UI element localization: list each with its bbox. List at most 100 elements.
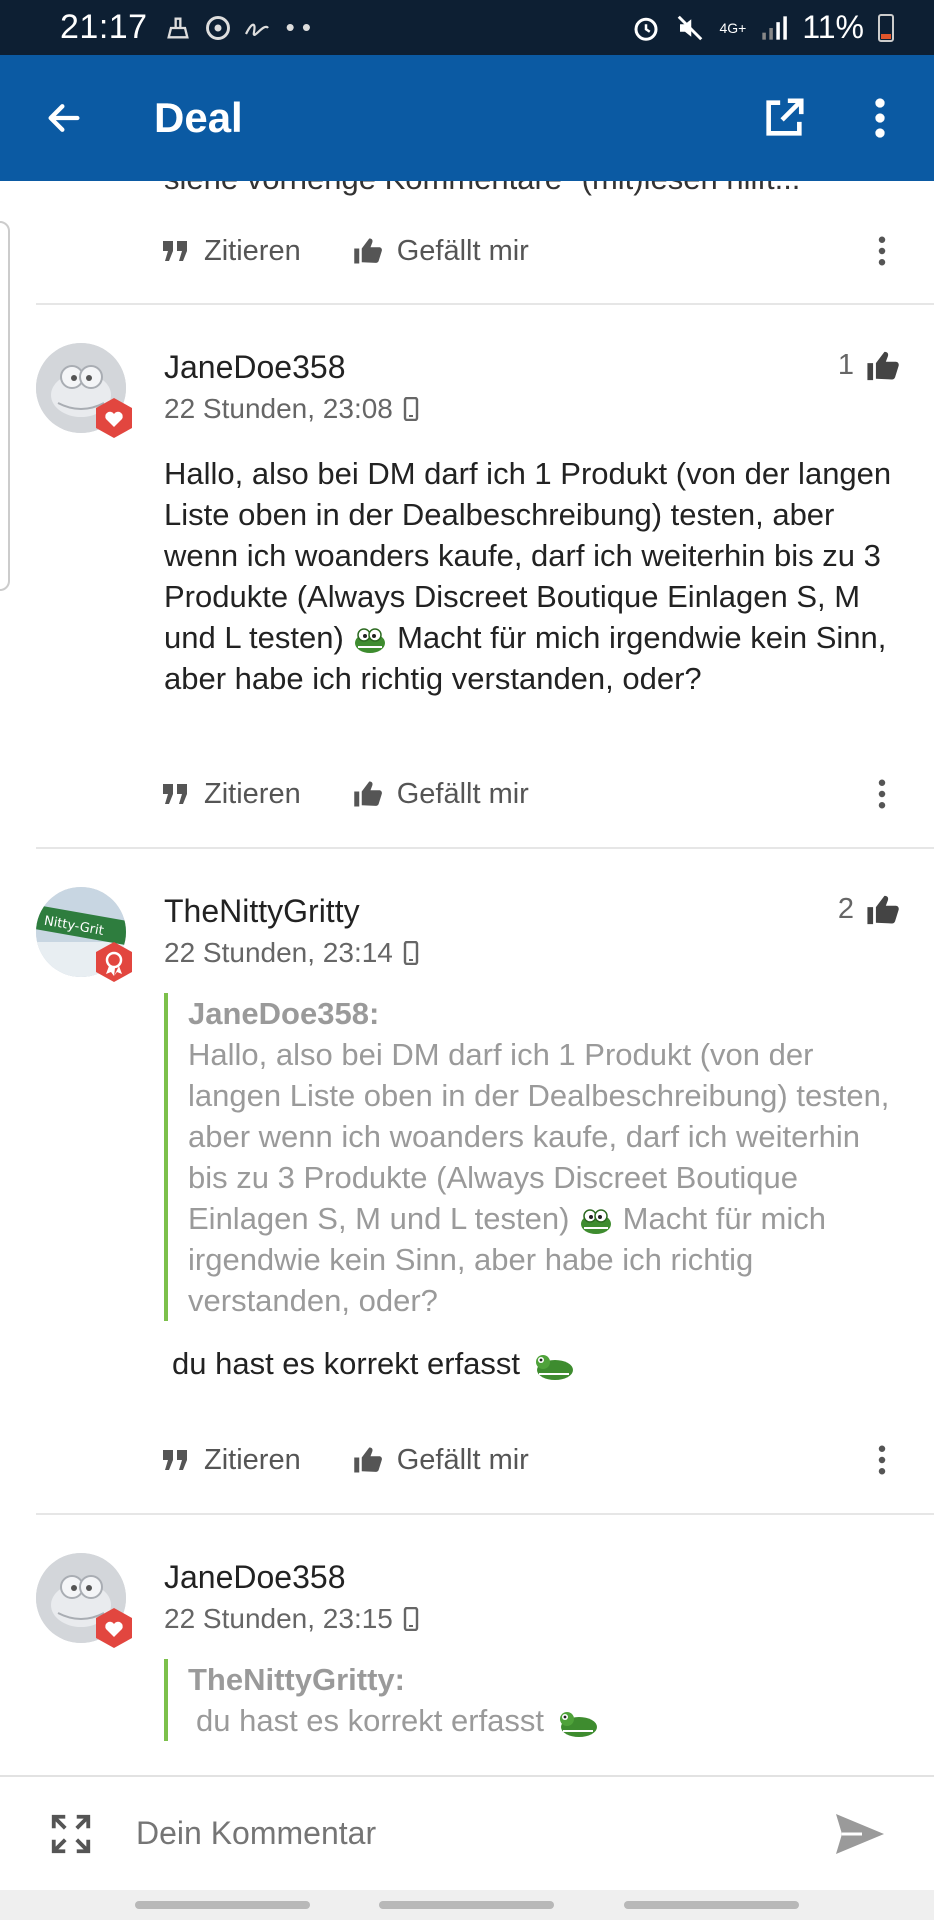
expand-composer-button[interactable] — [46, 1809, 96, 1859]
comment-time: 22 Stunden, 23:15 — [164, 1603, 393, 1634]
quote-label: Zitieren — [204, 234, 301, 267]
comment-body: du hast es korrekt erfasst — [164, 1343, 904, 1384]
side-panel-handle[interactable] — [0, 221, 10, 591]
system-nav-bar — [0, 1890, 934, 1920]
comment-author[interactable]: JaneDoe358 — [164, 1559, 345, 1596]
more-vert-icon — [878, 236, 886, 266]
signal-icon — [762, 15, 788, 40]
arrow-left-icon — [48, 104, 80, 132]
quote-icon — [163, 241, 187, 261]
nav-recent-button[interactable] — [134, 1901, 310, 1909]
comment-actions: Zitieren Gefällt mir — [162, 1435, 902, 1485]
clock: 21:17 — [60, 8, 148, 46]
comment-more-button[interactable] — [862, 236, 902, 266]
notification-icons: • • — [164, 12, 311, 43]
fullscreen-icon — [51, 1814, 91, 1853]
like-label: Gefällt mir — [396, 1443, 529, 1476]
divider — [36, 303, 934, 305]
comment-text: du hast es korrekt erfasst — [172, 1346, 521, 1381]
quote-text-part: du hast es korrekt erfasst — [196, 1703, 545, 1738]
comment-timestamp: 22 Stunden, 23:08 — [164, 393, 419, 425]
like-label: Gefällt mir — [396, 234, 529, 267]
divider — [36, 1513, 934, 1515]
crocodile-emoji-icon — [559, 1711, 597, 1737]
quote-text: du hast es korrekt erfasst — [188, 1700, 904, 1741]
mobile-device-icon — [403, 941, 419, 965]
like-count-value: 2 — [837, 893, 854, 925]
app-bar: Deal — [0, 55, 934, 181]
open-external-button[interactable] — [754, 88, 814, 148]
crocodile-emoji-icon — [535, 1354, 573, 1380]
mute-icon — [678, 15, 703, 40]
quote-author: TheNittyGritty: — [188, 1662, 405, 1697]
divider — [36, 847, 934, 849]
quote-button[interactable]: Zitieren — [162, 235, 301, 268]
quote-label: Zitieren — [204, 777, 301, 810]
thumbs-up-icon — [867, 351, 899, 380]
alarm-icon — [634, 17, 658, 41]
comment-more-button[interactable] — [862, 779, 902, 809]
thumbs-up-icon — [867, 895, 899, 924]
previous-comment-text: siehe vorherige Kommentare "(mit)lesen h… — [164, 181, 800, 197]
quoted-comment[interactable]: JaneDoe358: Hallo, also bei DM darf ich … — [164, 993, 904, 1321]
comment-actions: Zitieren Gefällt mir — [162, 769, 902, 819]
avatar[interactable]: Nitty-Grit — [36, 887, 132, 982]
heart-badge-icon — [96, 1608, 132, 1648]
comment-timestamp: 22 Stunden, 23:14 — [164, 937, 419, 969]
thumbs-up-icon — [353, 1447, 382, 1473]
overflow-menu-button[interactable] — [850, 88, 910, 148]
quote-text: Hallo, also bei DM darf ich 1 Produkt (v… — [188, 1034, 904, 1321]
comment-author[interactable]: JaneDoe358 — [164, 349, 345, 386]
page-title: Deal — [154, 94, 243, 141]
send-button[interactable] — [830, 1804, 890, 1864]
comment-more-button[interactable] — [862, 1445, 902, 1475]
heart-badge-icon — [96, 398, 132, 438]
battery-icon — [878, 13, 894, 42]
signature-icon — [244, 23, 269, 36]
comment-time: 22 Stunden, 23:08 — [164, 393, 393, 424]
more-vert-icon — [878, 1445, 886, 1475]
crocodile-emoji-icon — [355, 628, 386, 653]
quoted-comment[interactable]: TheNittyGritty: du hast es korrekt erfas… — [164, 1659, 904, 1741]
comment-input[interactable] — [136, 1815, 830, 1852]
battery-level: 11% — [802, 9, 864, 45]
more-vert-icon — [878, 779, 886, 809]
quote-button[interactable]: Zitieren — [162, 778, 301, 811]
quote-icon — [163, 784, 187, 804]
mobile-device-icon — [403, 397, 419, 421]
nav-home-button[interactable] — [379, 1901, 555, 1909]
comment-timestamp: 22 Stunden, 23:15 — [164, 1603, 419, 1635]
like-button[interactable]: Gefällt mir — [353, 235, 529, 268]
open-in-new-icon — [766, 98, 804, 136]
like-count[interactable]: 1 — [838, 349, 900, 382]
award-badge-icon — [96, 942, 132, 982]
more-vert-icon — [875, 98, 885, 138]
like-button[interactable]: Gefällt mir — [353, 1444, 529, 1477]
quote-label: Zitieren — [204, 1443, 301, 1476]
like-count-value: 1 — [837, 349, 854, 381]
like-button[interactable]: Gefällt mir — [353, 778, 529, 811]
thumbs-up-icon — [353, 238, 382, 264]
back-button[interactable] — [34, 88, 94, 148]
avatar[interactable] — [36, 343, 132, 438]
crocodile-emoji-icon — [581, 1209, 612, 1234]
quote-button[interactable]: Zitieren — [162, 1444, 301, 1477]
like-label: Gefällt mir — [396, 777, 529, 810]
quote-icon — [163, 1450, 187, 1470]
app-icon — [205, 15, 230, 40]
send-icon — [836, 1813, 884, 1854]
avatar[interactable] — [36, 1553, 132, 1648]
cleaning-icon — [166, 17, 189, 38]
comment-list[interactable]: siehe vorherige Kommentare "(mit)lesen h… — [0, 181, 934, 1775]
more-notifications-icon: • • — [285, 12, 312, 42]
system-indicators: 4G+ 11% — [631, 9, 894, 46]
comment-actions: Zitieren Gefällt mir — [162, 226, 902, 276]
thumbs-up-icon — [353, 781, 382, 807]
comment-author[interactable]: TheNittyGritty — [164, 893, 360, 930]
status-bar: 21:17 • • 4G+ 11% — [0, 0, 934, 55]
comment-body: Hallo, also bei DM darf ich 1 Produkt (v… — [164, 453, 904, 699]
like-count[interactable]: 2 — [838, 893, 900, 926]
quote-author: JaneDoe358: — [188, 996, 380, 1031]
comment-time: 22 Stunden, 23:14 — [164, 937, 393, 968]
nav-back-button[interactable] — [624, 1901, 800, 1909]
